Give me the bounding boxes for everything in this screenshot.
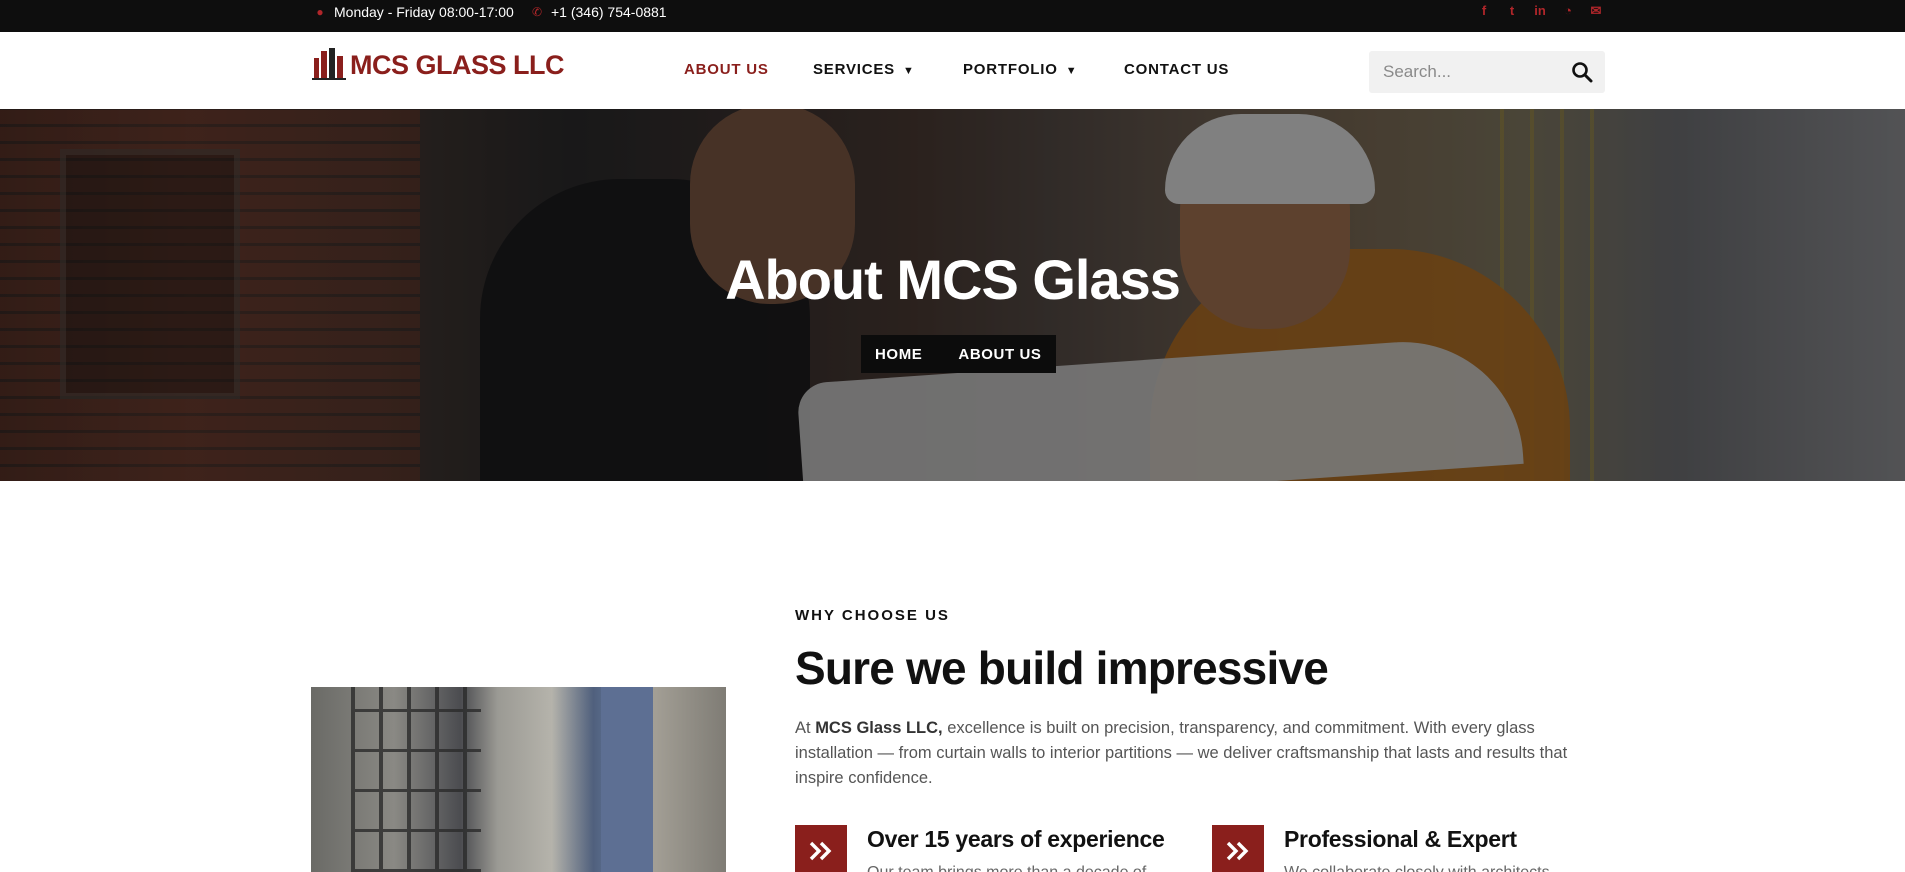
search-input[interactable] [1383,62,1563,82]
phone-number[interactable]: ✆ +1 (346) 754-0881 [531,4,667,20]
search-icon[interactable] [1571,61,1593,83]
blue-column [601,687,653,872]
hero-banner: About MCS Glass HOME ABOUT US [0,109,1905,481]
search-box [1369,51,1605,93]
nav-services[interactable]: SERVICES ▼ [813,61,915,78]
twitter-icon[interactable]: t [1505,3,1519,19]
feature-text-experience: Our team brings more than a decade of [867,864,1167,872]
para-prefix: At [795,719,816,737]
chevron-down-icon: ▼ [903,65,915,77]
linkedin-icon[interactable]: in [1533,3,1547,19]
feature-title-experience: Over 15 years of experience [867,826,1165,852]
business-hours-text: Monday - Friday 08:00-17:00 [334,4,514,20]
building-logo-icon [312,48,346,80]
breadcrumb: HOME ABOUT US [861,335,1056,373]
about-paragraph: At MCS Glass LLC, excellence is built on… [795,716,1585,791]
breadcrumb-current: ABOUT US [958,345,1042,363]
email-icon[interactable]: ✉ [1589,3,1603,19]
company-name: MCS Glass LLC, [815,719,943,737]
double-chevron-right-icon [795,825,847,872]
nav-contact-us-label: CONTACT US [1124,61,1230,78]
nav-about-us-label: ABOUT US [684,61,769,78]
feature-title-professional: Professional & Expert [1284,826,1517,852]
double-chevron-right-icon [1212,825,1264,872]
logo[interactable]: MCS GLASS LLC [312,48,565,80]
scaffold-pattern [351,687,481,872]
nav-services-label: SERVICES [813,61,895,78]
feature-text-professional: We collaborate closely with architects [1284,864,1584,872]
rss-icon[interactable]: ◔ [1561,3,1575,19]
construction-photo [311,687,726,872]
section-headline: Sure we build impressive [795,642,1329,694]
top-bar: ● Monday - Friday 08:00-17:00 ✆ +1 (346)… [0,0,1905,32]
nav-contact-us[interactable]: CONTACT US [1124,61,1229,78]
nav-about-us[interactable]: ABOUT US [684,61,769,78]
nav-portfolio-label: PORTFOLIO [963,61,1058,78]
phone-number-text[interactable]: +1 (346) 754-0881 [551,4,667,20]
phone-icon: ✆ [531,5,543,19]
page-title: About MCS Glass [725,248,1181,311]
facebook-icon[interactable]: f [1477,3,1491,19]
business-hours: ● Monday - Friday 08:00-17:00 [314,4,514,20]
site-header: MCS GLASS LLC ABOUT US SERVICES ▼ PORTFOL… [0,32,1905,109]
social-links: f t in ◔ ✉ [1477,3,1603,19]
section-eyebrow: WHY CHOOSE US [795,607,950,624]
nav-portfolio[interactable]: PORTFOLIO ▼ [963,61,1077,78]
breadcrumb-home[interactable]: HOME [875,346,922,363]
clock-icon: ● [316,5,324,19]
logo-text: MCS GLASS LLC [350,50,565,80]
chevron-down-icon: ▼ [1065,65,1078,77]
